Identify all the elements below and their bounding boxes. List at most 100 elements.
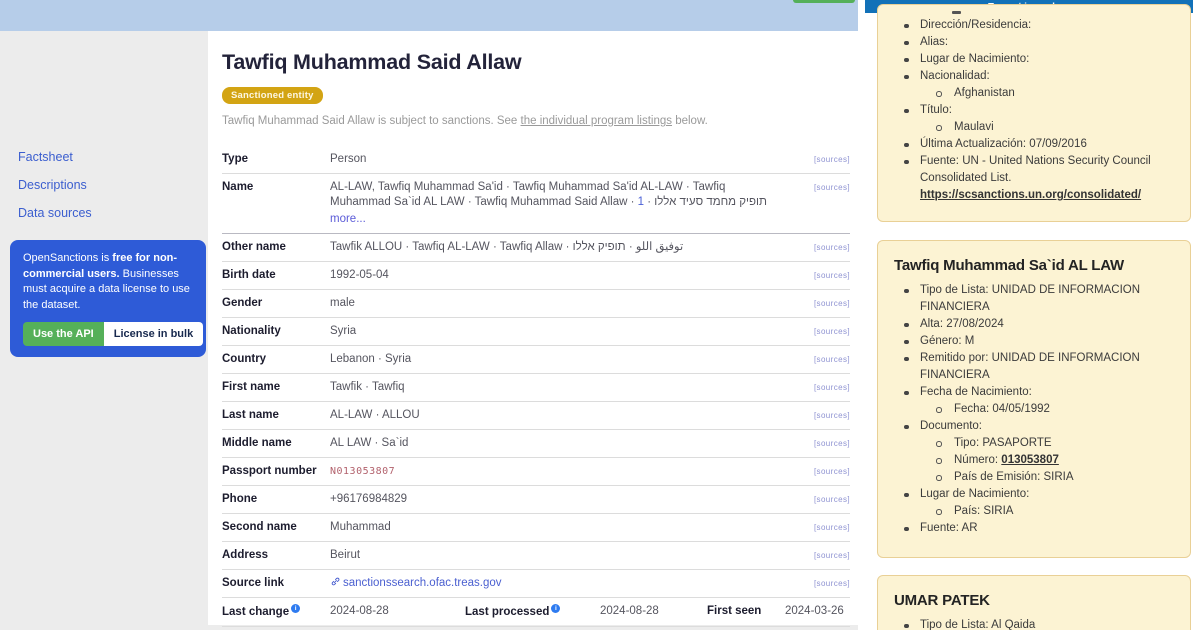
- sources-link[interactable]: [sources]: [792, 352, 850, 366]
- repet-panel: repet.jus.gob.ar Dirección/Residencia:Al…: [865, 0, 1200, 630]
- field-label: Country: [222, 352, 330, 367]
- table-row: TypePerson [sources]: [222, 146, 850, 174]
- field-label: Last name: [222, 408, 330, 423]
- card-sublist-item: Fecha: 04/05/1992: [892, 401, 1180, 418]
- table-row: Second nameMuhammad[sources]: [222, 514, 850, 542]
- card-list-item: Tipo de Lista: UNIDAD DE INFORMACION FIN…: [892, 282, 1180, 316]
- field-label: Phone: [222, 492, 330, 507]
- sources-link[interactable]: [sources]: [792, 464, 850, 478]
- card-title: Tawfiq Muhammad Sa`id AL LAW: [894, 257, 1180, 274]
- card-list-item: Última Actualización: 07/09/2016: [892, 136, 1180, 153]
- field-label: Second name: [222, 520, 330, 535]
- promo-button-group: Use the API License in bulk: [23, 322, 203, 346]
- value-text: · תופיק מחמד סעיד אללו: [644, 196, 767, 208]
- first-seen-label: First seen: [707, 604, 785, 619]
- license-promo-box: OpenSanctions is free for non-commercial…: [10, 240, 206, 357]
- last-change-value: 2024-08-28: [330, 604, 465, 619]
- table-row: CountryLebanon · Syria [sources]: [222, 346, 850, 374]
- program-listings-link[interactable]: the individual program listings: [521, 115, 673, 127]
- source-link[interactable]: sanctionssearch.ofac.treas.gov: [330, 577, 502, 589]
- sources-link[interactable]: [sources]: [792, 296, 850, 310]
- field-value: Tawfik ALLOU · Tawfiq AL-LAW · Tawfiq Al…: [330, 240, 792, 255]
- sources-link[interactable]: [sources]: [792, 436, 850, 450]
- field-value: Person: [330, 152, 792, 167]
- field-value: Lebanon · Syria: [330, 352, 792, 367]
- first-seen-value: 2024-03-26: [785, 604, 850, 619]
- sources-link[interactable]: [sources]: [792, 152, 850, 166]
- table-row: Last nameAL-LAW · ALLOU [sources]: [222, 402, 850, 430]
- value-text: Person: [330, 153, 366, 165]
- sources-link[interactable]: [sources]: [792, 180, 850, 194]
- table-row: First nameTawfik · Tawfiq[sources]: [222, 374, 850, 402]
- subtitle-prefix: Tawfiq Muhammad Said Allaw is subject to…: [222, 115, 521, 127]
- value-text: Syria: [330, 325, 356, 337]
- sources-link[interactable]: [sources]: [792, 324, 850, 338]
- card-link[interactable]: https://scsanctions.un.org/consolidated/: [920, 187, 1180, 204]
- value-text: Beirut: [330, 549, 360, 561]
- last-change-label: Last changei: [222, 604, 330, 620]
- field-value: AL LAW · Sa`id: [330, 436, 792, 451]
- table-row: Birth date1992-05-04[sources]: [222, 262, 850, 290]
- card-sublist-item: País: SIRIA: [892, 503, 1180, 520]
- last-processed-label: Last processedi: [465, 604, 600, 620]
- last-processed-value: 2024-08-28: [600, 604, 707, 619]
- field-label: Other name: [222, 240, 330, 255]
- use-api-button[interactable]: Use the API: [23, 322, 104, 346]
- table-row: AddressBeirut[sources]: [222, 542, 850, 570]
- opensanctions-page: Factsheet Descriptions Data sources Open…: [0, 0, 858, 630]
- card-list-item: Nacionalidad:: [892, 68, 1180, 85]
- sidebar-item-data-sources[interactable]: Data sources: [18, 206, 92, 220]
- value-text: male: [330, 297, 355, 309]
- more-link[interactable]: more...: [330, 212, 782, 227]
- field-value: +96176984829: [330, 492, 792, 507]
- sources-link[interactable]: [sources]: [792, 408, 850, 422]
- sources-link[interactable]: [sources]: [792, 240, 850, 254]
- card-number-link[interactable]: 013053807: [1001, 454, 1059, 466]
- card-sublist-item: País de Emisión: SIRIA: [892, 469, 1180, 486]
- browser-top-band: [0, 0, 858, 31]
- screenshot-root: Factsheet Descriptions Data sources Open…: [0, 0, 1200, 630]
- field-label: Gender: [222, 296, 330, 311]
- table-row: Middle nameAL LAW · Sa`id[sources]: [222, 430, 850, 458]
- table-row: Source linksanctionssearch.ofac.treas.go…: [222, 570, 850, 598]
- info-icon[interactable]: i: [551, 604, 560, 613]
- value-text: AL-LAW · ALLOU: [330, 409, 420, 421]
- sanction-card: UMAR PATEKTipo de Lista: Al Qaida: [877, 575, 1191, 630]
- license-bulk-button[interactable]: License in bulk: [104, 322, 203, 346]
- sources-link[interactable]: [sources]: [792, 520, 850, 534]
- field-label: Nationality: [222, 324, 330, 339]
- field-label: Source link: [222, 576, 330, 591]
- passport-number-value: N013053807: [330, 466, 395, 477]
- card-list-item: Documento:: [892, 418, 1180, 435]
- card-list-item: Alias:: [892, 34, 1180, 51]
- field-value: Tawfik · Tawfiq: [330, 380, 792, 395]
- promo-text: OpenSanctions is free for non-commercial…: [23, 251, 193, 313]
- sources-link[interactable]: [sources]: [792, 576, 850, 590]
- clipped-green-button[interactable]: [793, 0, 855, 3]
- sanctioned-entity-badge: Sanctioned entity: [222, 87, 323, 104]
- sources-link[interactable]: [sources]: [792, 268, 850, 282]
- value-text: Tawfik ALLOU · Tawfiq AL-LAW · Tawfiq Al…: [330, 241, 683, 253]
- entity-main-panel: Tawfiq Muhammad Said Allaw Sanctioned en…: [208, 31, 858, 625]
- table-meta-row: Last changei 2024-08-28 Last processedi …: [222, 598, 850, 627]
- field-label: Middle name: [222, 436, 330, 451]
- sources-link[interactable]: [sources]: [792, 492, 850, 506]
- field-label: Passport number: [222, 464, 330, 479]
- value-text: Lebanon · Syria: [330, 353, 411, 365]
- info-icon[interactable]: i: [291, 604, 300, 613]
- sidebar-item-descriptions[interactable]: Descriptions: [18, 178, 92, 192]
- field-label: Type: [222, 152, 330, 167]
- sanction-card: Dirección/Residencia:Alias:Lugar de Naci…: [877, 4, 1191, 222]
- card-list-item: Fuente: AR: [892, 520, 1180, 537]
- field-value: male: [330, 296, 792, 311]
- sources-link[interactable]: [sources]: [792, 548, 850, 562]
- table-row: Gendermale [sources]: [222, 290, 850, 318]
- sidebar-item-factsheet[interactable]: Factsheet: [18, 150, 92, 164]
- promo-text-prefix: OpenSanctions is: [23, 252, 112, 264]
- card-list-item: Lugar de Nacimiento:: [892, 51, 1180, 68]
- field-value: AL-LAW, Tawfiq Muhammad Sa'id · Tawfiq M…: [330, 180, 792, 227]
- sources-link[interactable]: [sources]: [792, 380, 850, 394]
- field-value: Syria: [330, 324, 792, 339]
- table-row: NationalitySyria [sources]: [222, 318, 850, 346]
- entity-properties-table: TypePerson[sources]NameAL-LAW, Tawfiq Mu…: [222, 146, 850, 598]
